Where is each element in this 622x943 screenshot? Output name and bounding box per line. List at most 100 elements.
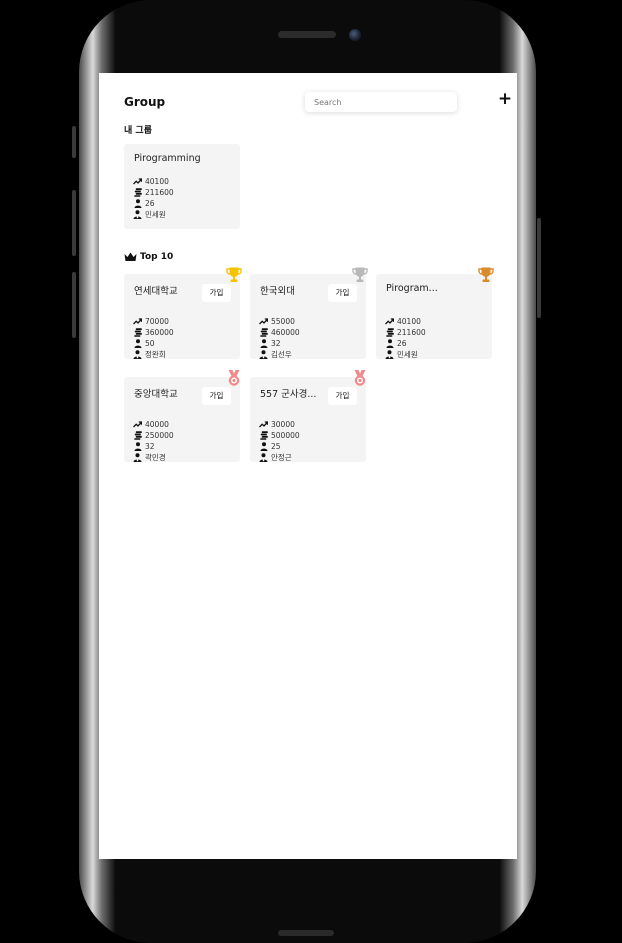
header: Group + <box>124 91 512 114</box>
total-value: 460000 <box>271 328 300 337</box>
group-stats: 40000 250000 32 곽민경 <box>133 419 174 463</box>
leader-row: 김선우 <box>259 349 300 360</box>
top10-heading: Top 10 <box>124 252 173 262</box>
leader-icon <box>133 210 142 219</box>
medal-icon <box>351 369 369 387</box>
leader-value: 곽민경 <box>145 453 166 462</box>
person-icon <box>259 339 268 348</box>
bottom-bezel-bar <box>278 930 334 936</box>
person-icon <box>385 339 394 348</box>
members-row: 32 <box>133 441 174 452</box>
trend-icon <box>133 420 142 429</box>
group-stats: 40100 211600 26 민세원 <box>385 316 426 360</box>
top10-label: Top 10 <box>140 252 174 262</box>
total-row: 460000 <box>259 327 300 338</box>
volume-down-button <box>72 272 76 338</box>
group-name: Pirogram... <box>386 283 438 294</box>
leader-row: 민세원 <box>133 209 174 220</box>
front-camera <box>349 29 361 41</box>
group-stats: 40100 211600 26 민세원 <box>133 176 174 220</box>
group-name: 한국외대 <box>260 286 295 297</box>
total-row: 360000 <box>133 327 174 338</box>
crown-icon <box>124 252 137 262</box>
person-icon <box>133 339 142 348</box>
coins-icon <box>259 431 268 440</box>
growth-value: 40100 <box>397 317 421 326</box>
silver-trophy-icon <box>351 266 369 284</box>
leader-icon <box>133 350 142 359</box>
group-name: Pirogramming <box>134 153 201 164</box>
total-value: 360000 <box>145 328 174 337</box>
leader-value: 민세원 <box>145 210 166 219</box>
coins-icon <box>133 328 142 337</box>
coins-icon <box>133 431 142 440</box>
trend-icon <box>259 317 268 326</box>
trend-icon <box>259 420 268 429</box>
add-group-button[interactable]: + <box>497 91 513 108</box>
group-name: 557 군사경... <box>260 389 317 400</box>
total-value: 211600 <box>397 328 426 337</box>
members-row: 25 <box>259 441 300 452</box>
trend-icon <box>133 177 142 186</box>
growth-row: 55000 <box>259 316 300 327</box>
growth-row: 70000 <box>133 316 174 327</box>
person-icon <box>133 199 142 208</box>
power-button <box>537 218 541 318</box>
coins-icon <box>385 328 394 337</box>
members-value: 25 <box>271 442 281 451</box>
growth-row: 40100 <box>133 176 174 187</box>
medal-icon <box>225 369 243 387</box>
total-value: 500000 <box>271 431 300 440</box>
join-button[interactable]: 가입 <box>202 387 231 405</box>
leader-row: 정완희 <box>133 349 174 360</box>
group-card[interactable]: 557 군사경... 가입 30000 500000 25 안정근 <box>250 370 366 463</box>
person-icon <box>259 442 268 451</box>
group-card[interactable]: 중앙대학교 가입 40000 250000 32 곽민경 <box>124 370 240 463</box>
members-value: 32 <box>145 442 155 451</box>
volume-up-button <box>72 190 76 256</box>
growth-value: 70000 <box>145 317 169 326</box>
join-button[interactable]: 가입 <box>328 387 357 405</box>
leader-value: 김선우 <box>271 350 292 359</box>
group-card[interactable]: Pirogramming 40100 211600 26 민세원 <box>124 144 240 229</box>
members-value: 26 <box>145 199 155 208</box>
group-stats: 70000 360000 50 정완희 <box>133 316 174 360</box>
members-value: 26 <box>397 339 407 348</box>
search-input[interactable] <box>305 92 457 112</box>
total-value: 211600 <box>145 188 174 197</box>
join-button[interactable]: 가입 <box>202 284 231 302</box>
group-card[interactable]: 한국외대 가입 55000 460000 32 김선우 <box>250 267 368 360</box>
coins-icon <box>259 328 268 337</box>
members-value: 32 <box>271 339 281 348</box>
total-row: 250000 <box>133 430 174 441</box>
group-stats: 55000 460000 32 김선우 <box>259 316 300 360</box>
leader-row: 안정근 <box>259 452 300 463</box>
bronze-trophy-icon <box>477 266 495 284</box>
group-card[interactable]: 연세대학교 가입 70000 360000 50 정완희 <box>124 267 242 360</box>
leader-row: 곽민경 <box>133 452 174 463</box>
leader-value: 안정근 <box>271 453 292 462</box>
earpiece-speaker <box>278 31 336 38</box>
group-card[interactable]: Pirogram... 40100 211600 26 민세원 <box>376 267 494 360</box>
join-button[interactable]: 가입 <box>328 284 357 302</box>
total-row: 211600 <box>385 327 426 338</box>
app-screen: Group + 내 그룹 Pirogramming 40100 211600 26 민세… <box>99 73 517 859</box>
growth-value: 30000 <box>271 420 295 429</box>
members-row: 26 <box>133 198 174 209</box>
total-row: 211600 <box>133 187 174 198</box>
leader-icon <box>259 350 268 359</box>
gold-trophy-icon <box>225 266 243 284</box>
growth-value: 40100 <box>145 177 169 186</box>
trend-icon <box>385 317 394 326</box>
growth-row: 30000 <box>259 419 300 430</box>
total-value: 250000 <box>145 431 174 440</box>
page-title: Group <box>124 95 166 109</box>
person-icon <box>133 442 142 451</box>
growth-value: 40000 <box>145 420 169 429</box>
growth-row: 40100 <box>385 316 426 327</box>
leader-value: 민세원 <box>397 350 418 359</box>
group-stats: 30000 500000 25 안정근 <box>259 419 300 463</box>
group-name: 연세대학교 <box>134 286 178 297</box>
members-row: 50 <box>133 338 174 349</box>
total-row: 500000 <box>259 430 300 441</box>
